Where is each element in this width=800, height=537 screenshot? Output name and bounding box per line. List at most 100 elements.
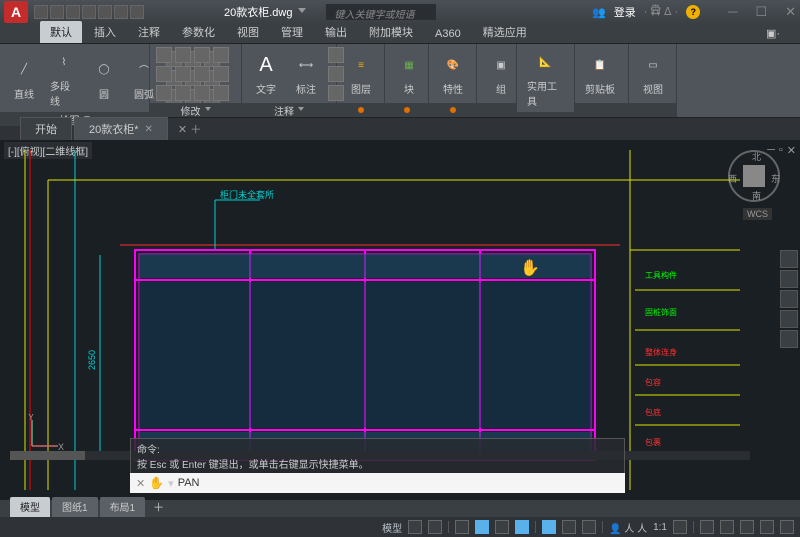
- modify-tool-icon[interactable]: [194, 85, 210, 101]
- svg-text:包裹: 包裹: [645, 437, 661, 447]
- app-icon[interactable]: A: [4, 1, 28, 23]
- tab-parametric[interactable]: 参数化: [172, 21, 225, 43]
- minimize-button[interactable]: ─: [728, 4, 737, 20]
- status-menu-icon[interactable]: [780, 520, 794, 534]
- layout-tab-model[interactable]: 模型: [10, 497, 50, 517]
- text-button[interactable]: A文字: [248, 49, 284, 98]
- title-dropdown-icon[interactable]: [298, 8, 306, 16]
- command-history: 命令: 按 Esc 或 Enter 键退出，或单击右键显示快捷菜单。: [130, 438, 625, 473]
- modify-tool-icon[interactable]: [175, 66, 191, 82]
- modify-tool-icon[interactable]: [213, 47, 229, 63]
- tab-addins[interactable]: 附加模块: [359, 21, 423, 43]
- command-text: PAN: [178, 477, 200, 489]
- gear-icon[interactable]: [673, 520, 687, 534]
- polar-toggle-icon[interactable]: [475, 520, 489, 534]
- ortho-toggle-icon[interactable]: [455, 520, 469, 534]
- modify-tool-icon[interactable]: [156, 66, 172, 82]
- doc-tab-start[interactable]: 开始: [20, 117, 72, 140]
- view-button[interactable]: ▭视图: [635, 49, 671, 98]
- modify-tool-icon[interactable]: [156, 85, 172, 101]
- line-button[interactable]: ╱直线: [6, 54, 42, 103]
- tab-default[interactable]: 默认: [40, 21, 82, 43]
- vp-restore-icon[interactable]: ▫: [779, 144, 783, 157]
- command-line[interactable]: 命令: 按 Esc 或 Enter 键退出，或单击右键显示快捷菜单。 ✕ ✋ ▾…: [130, 438, 625, 493]
- status-tool-icon[interactable]: [720, 520, 734, 534]
- clipboard-button[interactable]: 📋剪贴板: [581, 49, 619, 98]
- qat-save-icon[interactable]: [66, 5, 80, 19]
- modify-tool-icon[interactable]: [213, 85, 229, 101]
- modify-tool-icon[interactable]: [194, 66, 210, 82]
- status-model[interactable]: 模型: [382, 520, 402, 535]
- layout-tabs: 模型 图纸1 布局1 ＋: [10, 497, 170, 517]
- svg-text:包底: 包底: [645, 407, 661, 417]
- tab-insert[interactable]: 插入: [84, 21, 126, 43]
- tab-a360[interactable]: A360: [425, 25, 471, 43]
- doc-tab-file[interactable]: 20款衣柜*✕: [74, 117, 168, 140]
- modify-tool-icon[interactable]: [194, 47, 210, 63]
- close-button[interactable]: ✕: [785, 4, 796, 20]
- tab-annotate[interactable]: 注释: [128, 21, 170, 43]
- nav-wheel-icon[interactable]: [780, 250, 798, 268]
- util-button[interactable]: 📐实用工具: [523, 46, 568, 110]
- tab-output[interactable]: 输出: [315, 21, 357, 43]
- document-tabs: 开始 20款衣柜*✕ ✕ ＋: [0, 118, 800, 140]
- navigation-bar: [780, 250, 798, 348]
- qat-plot-icon[interactable]: [98, 5, 112, 19]
- block-button[interactable]: ▦块: [391, 49, 427, 98]
- tab-manage[interactable]: 管理: [271, 21, 313, 43]
- polyline-button[interactable]: ⌇多段线: [46, 46, 82, 110]
- help-icon[interactable]: ?: [686, 5, 700, 19]
- status-tool-icon[interactable]: [700, 520, 714, 534]
- tab-featured[interactable]: 精选应用: [473, 21, 537, 43]
- layout-tab-1[interactable]: 图纸1: [52, 497, 98, 517]
- quick-access-toolbar: [34, 5, 144, 19]
- status-scale[interactable]: 1:1: [653, 522, 667, 533]
- group-button[interactable]: ▣组: [483, 49, 519, 98]
- circle-button[interactable]: ◯圆: [86, 54, 122, 103]
- user-icon[interactable]: 👥: [592, 6, 606, 19]
- nav-showmotion-icon[interactable]: [780, 330, 798, 348]
- qat-open-icon[interactable]: [50, 5, 64, 19]
- status-tool-icon[interactable]: [760, 520, 774, 534]
- qat-saveas-icon[interactable]: [82, 5, 96, 19]
- layer-button[interactable]: ≡图层: [343, 49, 379, 98]
- qat-redo-icon[interactable]: [130, 5, 144, 19]
- modify-tool-icon[interactable]: [175, 47, 191, 63]
- window-title: 20款衣柜.dwg: [224, 4, 292, 20]
- layout-add-button[interactable]: ＋: [147, 497, 170, 517]
- dimension-text: 2650: [87, 350, 97, 370]
- grid-toggle-icon[interactable]: [408, 520, 422, 534]
- isodraft-toggle-icon[interactable]: [495, 520, 509, 534]
- snap-toggle-icon[interactable]: [428, 520, 442, 534]
- nav-zoom-icon[interactable]: [780, 290, 798, 308]
- new-tab-button[interactable]: ✕ ＋: [170, 118, 209, 140]
- maximize-button[interactable]: ☐: [755, 4, 767, 20]
- vp-close-icon[interactable]: ✕: [787, 144, 796, 157]
- search-input[interactable]: 键入关键字或短语: [326, 4, 436, 20]
- otrack-toggle-icon[interactable]: [542, 520, 556, 534]
- cmd-close-icon[interactable]: ✕: [136, 477, 145, 490]
- nav-pan-icon[interactable]: [780, 270, 798, 288]
- qat-new-icon[interactable]: [34, 5, 48, 19]
- tab-view[interactable]: 视图: [227, 21, 269, 43]
- nav-orbit-icon[interactable]: [780, 310, 798, 328]
- transparency-toggle-icon[interactable]: [582, 520, 596, 534]
- tab-expand-icon[interactable]: ▣·: [756, 24, 790, 43]
- status-tool-icon[interactable]: [740, 520, 754, 534]
- modify-tool-icon[interactable]: [175, 85, 191, 101]
- dim-button[interactable]: ⟷标注: [288, 49, 324, 98]
- panel-modify-title: 修改: [181, 103, 201, 118]
- ucs-icon: Y X: [24, 414, 64, 454]
- svg-text:整体连身: 整体连身: [645, 347, 677, 357]
- osnap-toggle-icon[interactable]: [515, 520, 529, 534]
- login-link[interactable]: 登录: [614, 4, 636, 20]
- lineweight-toggle-icon[interactable]: [562, 520, 576, 534]
- annotation-text: 柜门未全套所: [220, 189, 274, 200]
- modify-tool-icon[interactable]: [156, 47, 172, 63]
- close-icon[interactable]: ✕: [145, 124, 153, 135]
- layout-tab-2[interactable]: 布局1: [100, 497, 146, 517]
- props-button[interactable]: 🎨特性: [435, 49, 471, 98]
- modify-tool-icon[interactable]: [213, 66, 229, 82]
- svg-text:工具构件: 工具构件: [645, 270, 677, 280]
- qat-undo-icon[interactable]: [114, 5, 128, 19]
